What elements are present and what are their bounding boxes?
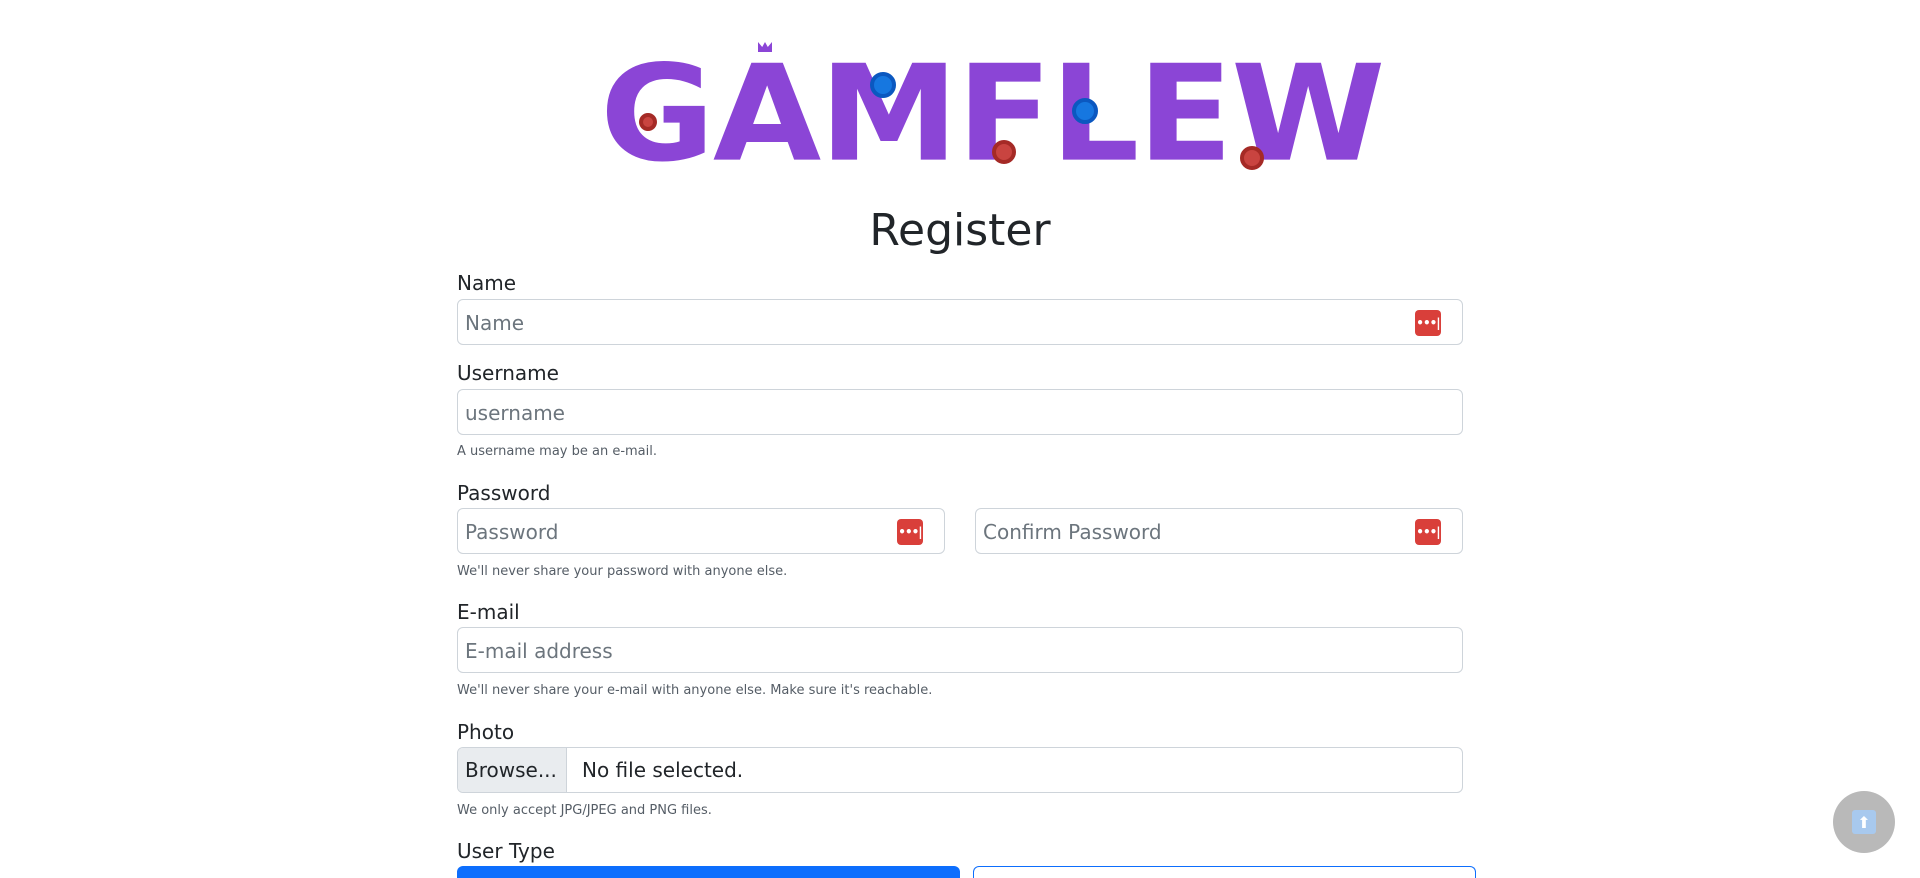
photo-file-input[interactable]: Browse... No file selected. [457, 747, 1463, 793]
page-title: Register [869, 205, 1051, 256]
password-placeholder: Password [465, 520, 559, 544]
password-manager-icon[interactable]: •••| [897, 519, 923, 545]
email-label: E-mail [457, 600, 520, 624]
email-input[interactable]: E-mail address [457, 627, 1463, 673]
user-type-label: User Type [457, 839, 555, 863]
logo-dot-red [639, 113, 657, 131]
password-label: Password [457, 481, 551, 505]
arrow-up-icon: ⬆ [1852, 810, 1876, 834]
name-input[interactable]: Name •••| [457, 299, 1463, 345]
username-label: Username [457, 361, 559, 385]
email-help: We'll never share your e-mail with anyon… [457, 683, 933, 698]
logo-dot-blue [1072, 98, 1098, 124]
logo-dot-blue [870, 72, 896, 98]
confirm-password-placeholder: Confirm Password [983, 520, 1162, 544]
password-help: We'll never share your password with any… [457, 564, 788, 579]
logo-text: GAMFLEW [600, 37, 1385, 192]
user-type-option-outline[interactable] [973, 866, 1476, 878]
confirm-password-input[interactable]: Confirm Password •••| [975, 508, 1463, 554]
brand-logo: GAMFLEW [600, 37, 1385, 192]
name-label: Name [457, 271, 517, 295]
password-input[interactable]: Password •••| [457, 508, 945, 554]
email-placeholder: E-mail address [465, 639, 613, 663]
browse-button[interactable]: Browse... [458, 748, 567, 792]
name-placeholder: Name [465, 311, 525, 335]
photo-label: Photo [457, 720, 515, 744]
username-placeholder: username [465, 401, 565, 425]
password-manager-icon[interactable]: •••| [1415, 519, 1441, 545]
logo-dot-red [1240, 146, 1264, 170]
photo-help: We only accept JPG/JPEG and PNG files. [457, 803, 712, 818]
username-help: A username may be an e-mail. [457, 444, 658, 459]
logo-dot-red [992, 140, 1016, 164]
user-type-option-primary[interactable] [457, 866, 960, 878]
scroll-to-top-button[interactable]: ⬆ [1833, 791, 1895, 853]
password-manager-icon[interactable]: •••| [1415, 310, 1441, 336]
username-input[interactable]: username [457, 389, 1463, 435]
file-status: No file selected. [582, 758, 744, 782]
